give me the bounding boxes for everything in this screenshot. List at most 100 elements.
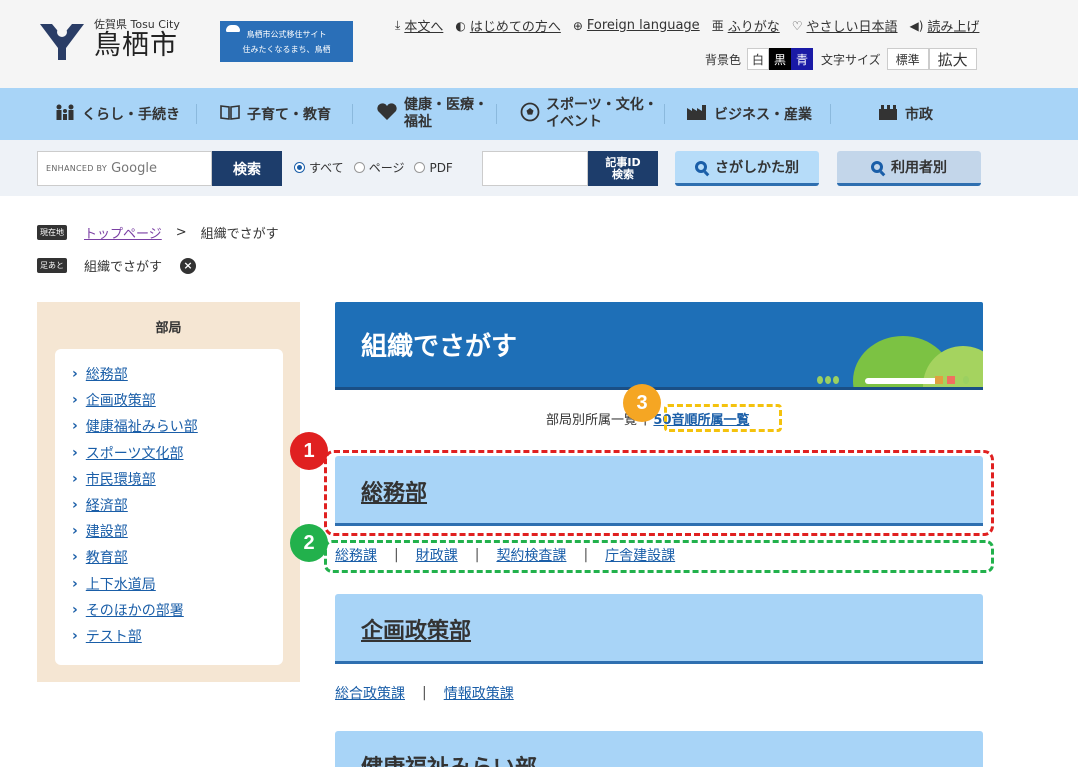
city-logo[interactable]: 佐賀県 Tosu City 鳥栖市 bbox=[36, 18, 180, 62]
link-label[interactable]: Foreign language bbox=[587, 18, 700, 33]
search-band: ENHANCED BY Google 検索 すべて ページ PDF 記事ID 検索… bbox=[0, 140, 1078, 196]
radio-all[interactable]: すべて bbox=[294, 159, 344, 176]
link-label[interactable]: やさしい日本語 bbox=[806, 16, 897, 35]
sidebar-item[interactable]: › 上下水道局 bbox=[72, 571, 283, 597]
sidebar-item[interactable]: › 経済部 bbox=[72, 492, 283, 518]
chevron-right-icon: › bbox=[72, 444, 78, 461]
nav-business[interactable]: ビジネス・産業 bbox=[686, 88, 812, 140]
nav-living[interactable]: くらし・手続き bbox=[54, 88, 180, 140]
sidebar-item[interactable]: › 企画政策部 bbox=[72, 387, 283, 413]
chevron-right-icon: › bbox=[72, 418, 78, 435]
section-link[interactable]: 総合政策課 bbox=[335, 683, 405, 703]
link-label[interactable]: 読み上げ bbox=[927, 16, 979, 35]
link-label[interactable]: ふりがな bbox=[728, 16, 780, 35]
google-label: Google bbox=[111, 161, 157, 176]
ruby-icon: 亜 bbox=[711, 19, 724, 33]
radio-icon bbox=[353, 162, 365, 173]
radio-pdf[interactable]: PDF bbox=[414, 161, 453, 175]
google-prefix: ENHANCED BY bbox=[46, 164, 108, 173]
sidebar: 部局 › 総務部 › 企画政策部 › 健康福祉みらい部 › スポーツ文化部 › 市民環境部… bbox=[37, 302, 300, 682]
link-furigana[interactable]: 亜 ふりがな bbox=[712, 16, 780, 35]
search-button[interactable]: 検索 bbox=[212, 151, 282, 186]
page-title: 組織でさがす bbox=[361, 332, 518, 362]
display-preferences: 背景色 白 黒 青 文字サイズ 標準 拡大 bbox=[705, 48, 977, 70]
page-hero: 組織でさがす bbox=[335, 302, 983, 390]
section-link[interactable]: 情報政策課 bbox=[444, 683, 514, 703]
people-icon bbox=[54, 103, 76, 126]
history-item[interactable]: 組織でさがす bbox=[84, 256, 162, 275]
sidebar-item[interactable]: › 市民環境部 bbox=[72, 466, 283, 492]
subnav-current: 部局別所属一覧 bbox=[546, 413, 638, 428]
nav-label: スポーツ・文化・イベント bbox=[546, 97, 658, 130]
sidebar-item[interactable]: › テスト部 bbox=[72, 623, 283, 649]
search-icon bbox=[871, 161, 883, 173]
article-id-search-button[interactable]: 記事ID 検索 bbox=[588, 151, 658, 186]
sidebar-item[interactable]: › 建設部 bbox=[72, 518, 283, 544]
section-links: 総合政策課 | 情報政策課 bbox=[335, 683, 514, 703]
department-header: 企画政策部 bbox=[335, 594, 983, 664]
train-illustration bbox=[865, 378, 935, 384]
nav-sports[interactable]: スポーツ・文化・イベント bbox=[520, 88, 658, 140]
chevron-right-icon: › bbox=[72, 575, 78, 592]
link-beginners[interactable]: ◐ はじめての方へ bbox=[455, 16, 561, 36]
radio-selected-icon bbox=[294, 162, 305, 173]
link-read-aloud[interactable]: ◀) 読み上げ bbox=[909, 16, 980, 36]
global-nav: くらし・手続き 子育て・教育 健康・医療・福祉 スポーツ・文化・イベント ビジネ… bbox=[0, 88, 1078, 140]
link-skip-to-content[interactable]: ⤓ 本文へ bbox=[395, 16, 443, 35]
migration-site-banner[interactable]: 鳥栖市公式移住サイト 住みたくなるまち、鳥栖 bbox=[220, 21, 353, 62]
annotation-box-yellow bbox=[664, 404, 782, 432]
department-title[interactable]: 健康福祉みらい部 bbox=[361, 750, 537, 767]
nav-childcare[interactable]: 子育て・教育 bbox=[219, 88, 331, 140]
banner-line1: 鳥栖市公式移住サイト bbox=[246, 30, 327, 39]
soccer-icon bbox=[520, 102, 540, 127]
speaker-icon: ◀) bbox=[909, 18, 924, 33]
utility-links: ⤓ 本文へ ◐ はじめての方へ ⊕ Foreign language 亜 ふりが… bbox=[395, 16, 979, 35]
font-large-button[interactable]: 拡大 bbox=[928, 48, 977, 70]
nav-label: 市政 bbox=[905, 107, 933, 123]
book-icon bbox=[219, 103, 241, 126]
bg-white-button[interactable]: 白 bbox=[747, 48, 770, 70]
radio-page[interactable]: ページ bbox=[353, 159, 404, 176]
chevron-right-icon: › bbox=[72, 627, 78, 644]
sidebar-item[interactable]: › スポーツ文化部 bbox=[72, 440, 283, 466]
search-by-user-button[interactable]: 利用者別 bbox=[837, 151, 981, 186]
history-tag: 足あと bbox=[37, 258, 67, 273]
heart-icon: ♡ bbox=[791, 18, 803, 33]
factory-icon bbox=[686, 103, 708, 126]
nav-label: 健康・医療・福祉 bbox=[404, 97, 488, 130]
chevron-right-icon: › bbox=[72, 601, 78, 618]
chevron-right-icon: › bbox=[72, 549, 78, 566]
annotation-box-red bbox=[324, 450, 994, 536]
article-id-input[interactable] bbox=[482, 151, 588, 186]
bg-blue-button[interactable]: 青 bbox=[791, 48, 814, 70]
sidebar-item[interactable]: › 総務部 bbox=[72, 361, 283, 387]
cityhall-icon bbox=[877, 103, 899, 126]
font-standard-button[interactable]: 標準 bbox=[886, 48, 929, 70]
search-by-method-button[interactable]: さがしかた別 bbox=[675, 151, 819, 186]
breadcrumb-current: 組織でさがす bbox=[200, 227, 279, 242]
link-foreign-language[interactable]: ⊕ Foreign language bbox=[573, 16, 700, 35]
sidebar-item[interactable]: › 教育部 bbox=[72, 544, 283, 570]
close-icon[interactable]: × bbox=[180, 257, 197, 274]
breadcrumb-home-link[interactable]: トップページ bbox=[84, 223, 162, 242]
google-search-input[interactable]: ENHANCED BY Google bbox=[37, 151, 212, 186]
history-trail: 足あと 組織でさがす × bbox=[37, 256, 197, 275]
sidebar-item[interactable]: › 健康福祉みらい部 bbox=[72, 413, 283, 439]
link-easy-japanese[interactable]: ♡ やさしい日本語 bbox=[791, 16, 898, 36]
globe-icon: ⊕ bbox=[572, 18, 583, 33]
link-label[interactable]: 本文へ bbox=[404, 16, 443, 35]
heart-icon bbox=[376, 102, 398, 126]
current-location-tag: 現在地 bbox=[37, 225, 67, 240]
bg-black-button[interactable]: 黒 bbox=[769, 48, 792, 70]
bg-color-label: 背景色 bbox=[705, 52, 742, 67]
link-label[interactable]: はじめての方へ bbox=[470, 16, 561, 35]
department-header: 健康福祉みらい部 bbox=[335, 731, 983, 767]
sidebar-title: 部局 bbox=[155, 321, 182, 336]
banner-line2: 住みたくなるまち、鳥栖 bbox=[242, 45, 331, 54]
breadcrumb: 現在地 トップページ > 組織でさがす bbox=[37, 223, 279, 242]
nav-city-admin[interactable]: 市政 bbox=[877, 88, 933, 140]
department-title[interactable]: 企画政策部 bbox=[361, 613, 471, 645]
nav-health[interactable]: 健康・医療・福祉 bbox=[376, 88, 488, 140]
download-icon: ⤓ bbox=[395, 18, 401, 32]
sidebar-item[interactable]: › そのほかの部署 bbox=[72, 597, 283, 623]
